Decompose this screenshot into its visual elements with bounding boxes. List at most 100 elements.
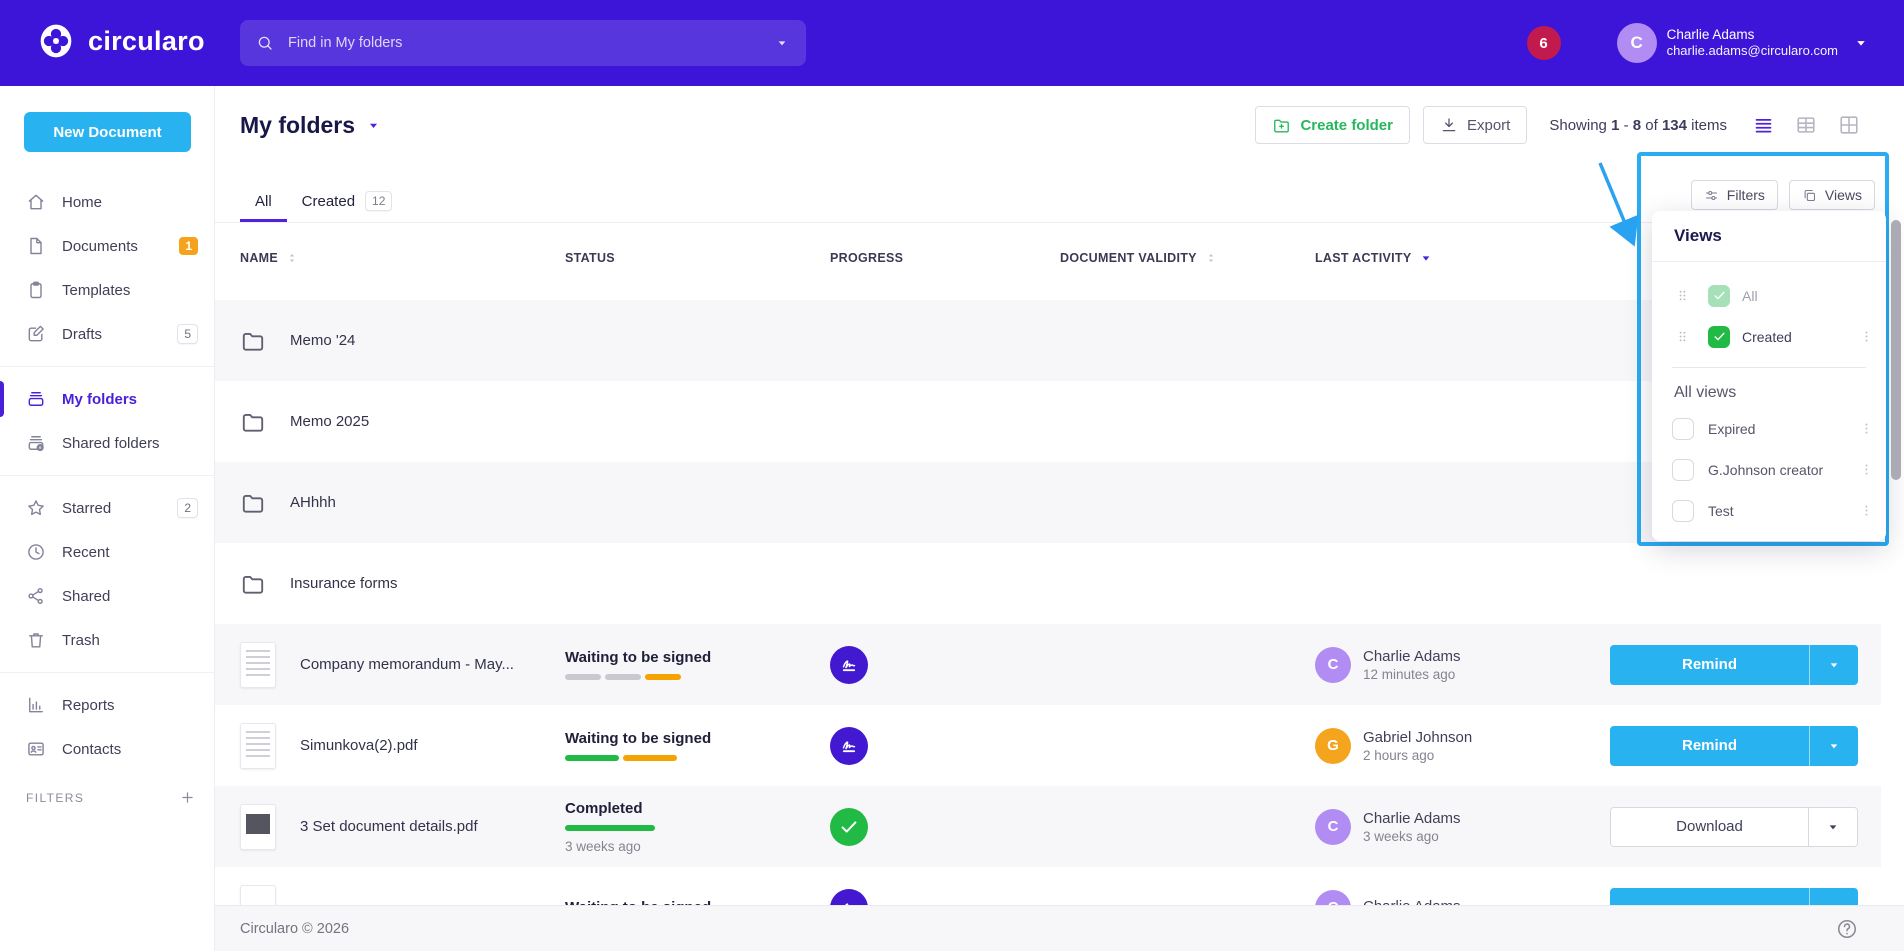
- document-row[interactable]: Company memorandum - May...Waiting to be…: [215, 624, 1881, 705]
- column-header-progress[interactable]: PROGRESS: [800, 251, 1060, 265]
- actor-name: Charlie Adams: [1363, 647, 1461, 667]
- export-button[interactable]: Export: [1423, 106, 1527, 144]
- star-icon: [26, 498, 46, 518]
- vertical-scrollbar-thumb[interactable]: [1891, 220, 1901, 480]
- sidebar-item-drafts[interactable]: Drafts5: [0, 312, 214, 356]
- remind-button[interactable]: Remind: [1610, 645, 1809, 685]
- view-label: G.Johnson creator: [1708, 462, 1823, 478]
- sidebar-item-contacts[interactable]: Contacts: [0, 727, 214, 771]
- sort-icon: [1203, 250, 1219, 266]
- clipboard-icon: [26, 280, 46, 300]
- download-icon: [1440, 116, 1458, 134]
- circularo-flower-icon: [36, 21, 76, 61]
- file-icon: [26, 236, 46, 256]
- reports-icon: [26, 695, 46, 715]
- sidebar-item-documents[interactable]: Documents1: [0, 224, 214, 268]
- sidebar-item-my-folders[interactable]: My folders: [0, 377, 214, 421]
- search-scope-caret-icon[interactable]: [774, 34, 790, 52]
- views-layers-icon: [1802, 187, 1817, 204]
- folder-row[interactable]: AHhhh: [215, 462, 1881, 543]
- search-input[interactable]: [286, 34, 774, 52]
- tab-created[interactable]: Created 12: [287, 183, 408, 222]
- sidebar-item-shared-folders[interactable]: Shared folders: [0, 421, 214, 465]
- last-activity: GGabriel Johnson2 hours ago: [1315, 728, 1472, 764]
- views-popup-highlight: Filters Views Views AllCreated All views…: [1637, 152, 1889, 546]
- remind-button[interactable]: Remind: [1610, 726, 1809, 766]
- help-icon[interactable]: [1836, 918, 1858, 940]
- user-menu-caret-icon[interactable]: [1852, 34, 1870, 52]
- sidebar-item-home[interactable]: Home: [0, 180, 214, 224]
- status-time: 3 weeks ago: [565, 839, 655, 854]
- column-header-status[interactable]: STATUS: [545, 251, 800, 265]
- new-document-button[interactable]: New Document: [24, 112, 191, 152]
- action-dropdown-caret[interactable]: [1808, 808, 1857, 846]
- document-row[interactable]: Simunkova(2).pdfWaiting to be signedGGab…: [215, 705, 1881, 786]
- kebab-menu-icon[interactable]: [1859, 503, 1874, 518]
- view-checkbox[interactable]: [1672, 418, 1694, 440]
- pinned-view-all: All: [1652, 275, 1886, 316]
- global-search[interactable]: [240, 20, 806, 66]
- grid-view-icon[interactable]: [1838, 114, 1860, 136]
- download-button[interactable]: Download: [1611, 808, 1808, 846]
- folder-row[interactable]: Insurance forms: [215, 543, 1881, 624]
- action-dropdown-caret[interactable]: [1809, 645, 1858, 685]
- create-folder-button[interactable]: Create folder: [1255, 106, 1410, 144]
- drag-handle-icon[interactable]: [1676, 330, 1689, 343]
- sidebar-item-trash[interactable]: Trash: [0, 618, 214, 662]
- tab-count-badge: 12: [365, 191, 392, 211]
- column-header-document-validity[interactable]: DOCUMENT VALIDITY: [1060, 250, 1315, 266]
- sidebar-item-label: Templates: [62, 282, 130, 299]
- kebab-menu-icon[interactable]: [1859, 421, 1874, 436]
- progress-bar: [565, 755, 711, 761]
- kebab-menu-icon[interactable]: [1859, 462, 1874, 477]
- document-row[interactable]: 3 Set document details.pdfCompleted3 wee…: [215, 786, 1881, 867]
- column-label: LAST ACTIVITY: [1315, 251, 1412, 265]
- last-activity: CCharlie Adams3 weeks ago: [1315, 809, 1461, 845]
- view-checkbox[interactable]: [1672, 459, 1694, 481]
- sidebar-item-reports[interactable]: Reports: [0, 683, 214, 727]
- row-name: Memo '24: [290, 332, 355, 349]
- sidebar-item-templates[interactable]: Templates: [0, 268, 214, 312]
- action-dropdown-caret[interactable]: [1809, 726, 1858, 766]
- views-button[interactable]: Views: [1789, 180, 1875, 210]
- user-info[interactable]: Charlie Adams charlie.adams@circularo.co…: [1667, 26, 1838, 60]
- document-thumbnail: [240, 804, 276, 850]
- view-checkbox[interactable]: [1672, 500, 1694, 522]
- trash-icon: [26, 630, 46, 650]
- views-divider: [1672, 367, 1866, 368]
- drag-handle-icon[interactable]: [1676, 289, 1689, 302]
- folder-plus-icon: [1272, 116, 1291, 135]
- notification-count-badge[interactable]: 6: [1527, 26, 1561, 60]
- column-label: DOCUMENT VALIDITY: [1060, 251, 1197, 265]
- brand-name: circularo: [88, 26, 205, 57]
- column-header-name[interactable]: NAME: [215, 250, 545, 266]
- view-label: Test: [1708, 503, 1734, 519]
- tab-label: All: [255, 193, 272, 210]
- sidebar-item-label: Shared: [62, 588, 110, 605]
- page-title-dropdown[interactable]: My folders: [240, 112, 382, 139]
- share-icon: [26, 586, 46, 606]
- sidebar-item-starred[interactable]: Starred2: [0, 486, 214, 530]
- sidebar-item-recent[interactable]: Recent: [0, 530, 214, 574]
- list-view-icon[interactable]: [1753, 115, 1774, 136]
- sidebar-item-shared[interactable]: Shared: [0, 574, 214, 618]
- tab-label: Created: [302, 193, 355, 210]
- completed-check-icon: [830, 808, 868, 846]
- brand-logo[interactable]: circularo: [36, 21, 205, 61]
- filters-button[interactable]: Filters: [1691, 180, 1778, 210]
- folder-row[interactable]: Memo 2025: [215, 381, 1881, 462]
- column-header-last-activity[interactable]: LAST ACTIVITY: [1315, 250, 1595, 266]
- add-filter-icon[interactable]: [179, 789, 196, 806]
- tab-all[interactable]: All: [240, 183, 287, 222]
- kebab-menu-icon[interactable]: [1859, 329, 1874, 344]
- user-avatar[interactable]: C: [1617, 23, 1657, 63]
- table-view-icon[interactable]: [1795, 114, 1817, 136]
- sidebar-item-label: Contacts: [62, 741, 121, 758]
- view-checkbox[interactable]: [1708, 285, 1730, 307]
- view-checkbox[interactable]: [1708, 326, 1730, 348]
- actor-name: Gabriel Johnson: [1363, 728, 1472, 748]
- folder-row[interactable]: Memo '24: [215, 300, 1881, 381]
- filters-label: FILTERS: [26, 791, 84, 805]
- actor-avatar: C: [1315, 809, 1351, 845]
- pinned-view-created: Created: [1652, 316, 1886, 357]
